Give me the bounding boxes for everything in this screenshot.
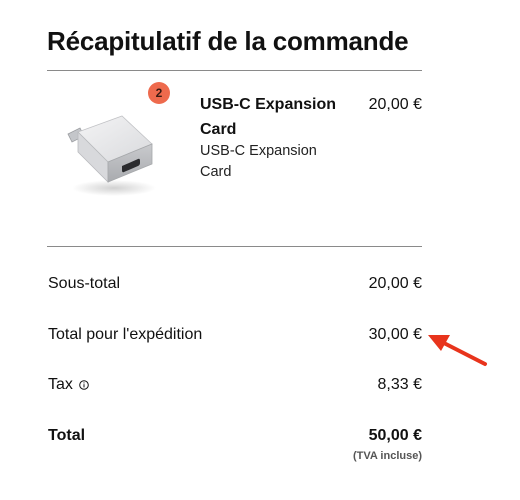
subtotal-label: Sous-total — [48, 275, 121, 292]
red-arrow-icon — [428, 335, 487, 366]
tax-label: Tax — [48, 376, 73, 393]
info-icon[interactable] — [79, 377, 89, 390]
page-title: Récapitulatif de la commande — [47, 26, 409, 56]
product-name: USB-C Expansion Card — [200, 96, 337, 138]
quantity-badge: 2 — [148, 82, 170, 104]
middle-divider — [47, 246, 422, 247]
shipping-value: 30,00 € — [368, 326, 422, 343]
usb-c-expansion-card-image — [67, 115, 156, 196]
total-value: 50,00 € — [368, 427, 422, 444]
product-price: 20,00 € — [368, 96, 422, 113]
total-label: Total — [48, 427, 86, 444]
tax-value: 8,33 € — [377, 376, 422, 393]
subtotal-value: 20,00 € — [368, 275, 422, 292]
product-variant: USB-C Expansion Card — [200, 143, 317, 180]
product-thumbnail — [48, 96, 168, 206]
tax-row-label: Tax — [48, 376, 89, 394]
top-divider — [47, 70, 422, 71]
vat-included-note: (TVA incluse) — [352, 450, 422, 462]
shipping-label: Total pour l'expédition — [48, 326, 203, 343]
